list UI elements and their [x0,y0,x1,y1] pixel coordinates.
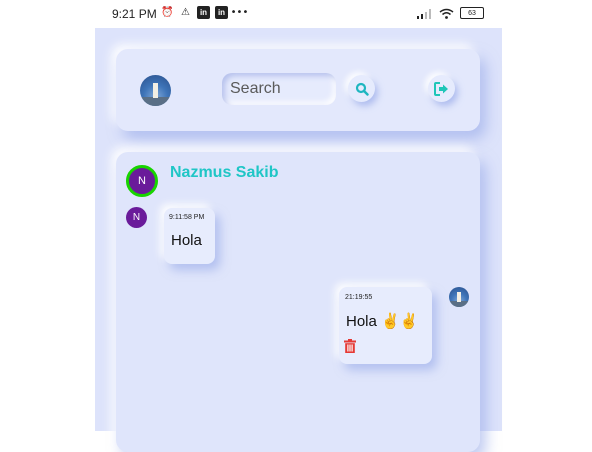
status-notification-icons: ⏰ ⚠ in in ••• [161,6,249,19]
status-bar: 9:21 PM ⏰ ⚠ in in ••• 63 [95,0,502,28]
alarm-icon: ⏰ [161,7,174,18]
more-dots-icon: ••• [230,7,249,18]
wifi-icon [439,8,454,19]
contact-avatar[interactable]: N [126,165,158,197]
warning-icon: ⚠ [181,7,190,18]
user-avatar[interactable] [140,75,171,106]
avatar-tower [153,82,158,99]
avatar-ground [449,301,469,307]
message-time: 21:19:55 [345,294,373,301]
message-time: 9:11:58 PM [169,214,205,221]
status-system-icons: 63 [417,7,484,19]
sender-avatar: N [126,207,147,228]
contact-name: Nazmus Sakib [170,164,279,181]
trash-icon[interactable] [344,339,356,353]
avatar-ground [140,97,171,106]
signal-icon [417,8,431,19]
logout-icon [434,81,448,96]
message-text: Hola ✌✌ [346,313,419,330]
avatar-tower [457,292,461,302]
message-bubble-received[interactable]: 9:11:58 PM Hola [164,208,215,264]
logout-button[interactable] [428,75,455,102]
battery-icon: 63 [460,7,484,19]
search-input[interactable] [222,73,336,105]
search-button[interactable] [348,75,375,102]
search-icon [355,82,369,96]
status-time: 9:21 PM [112,7,157,21]
message-text: Hola [171,232,202,249]
linkedin-icon: in [197,6,210,19]
my-avatar [449,287,469,307]
linkedin-icon: in [215,6,228,19]
